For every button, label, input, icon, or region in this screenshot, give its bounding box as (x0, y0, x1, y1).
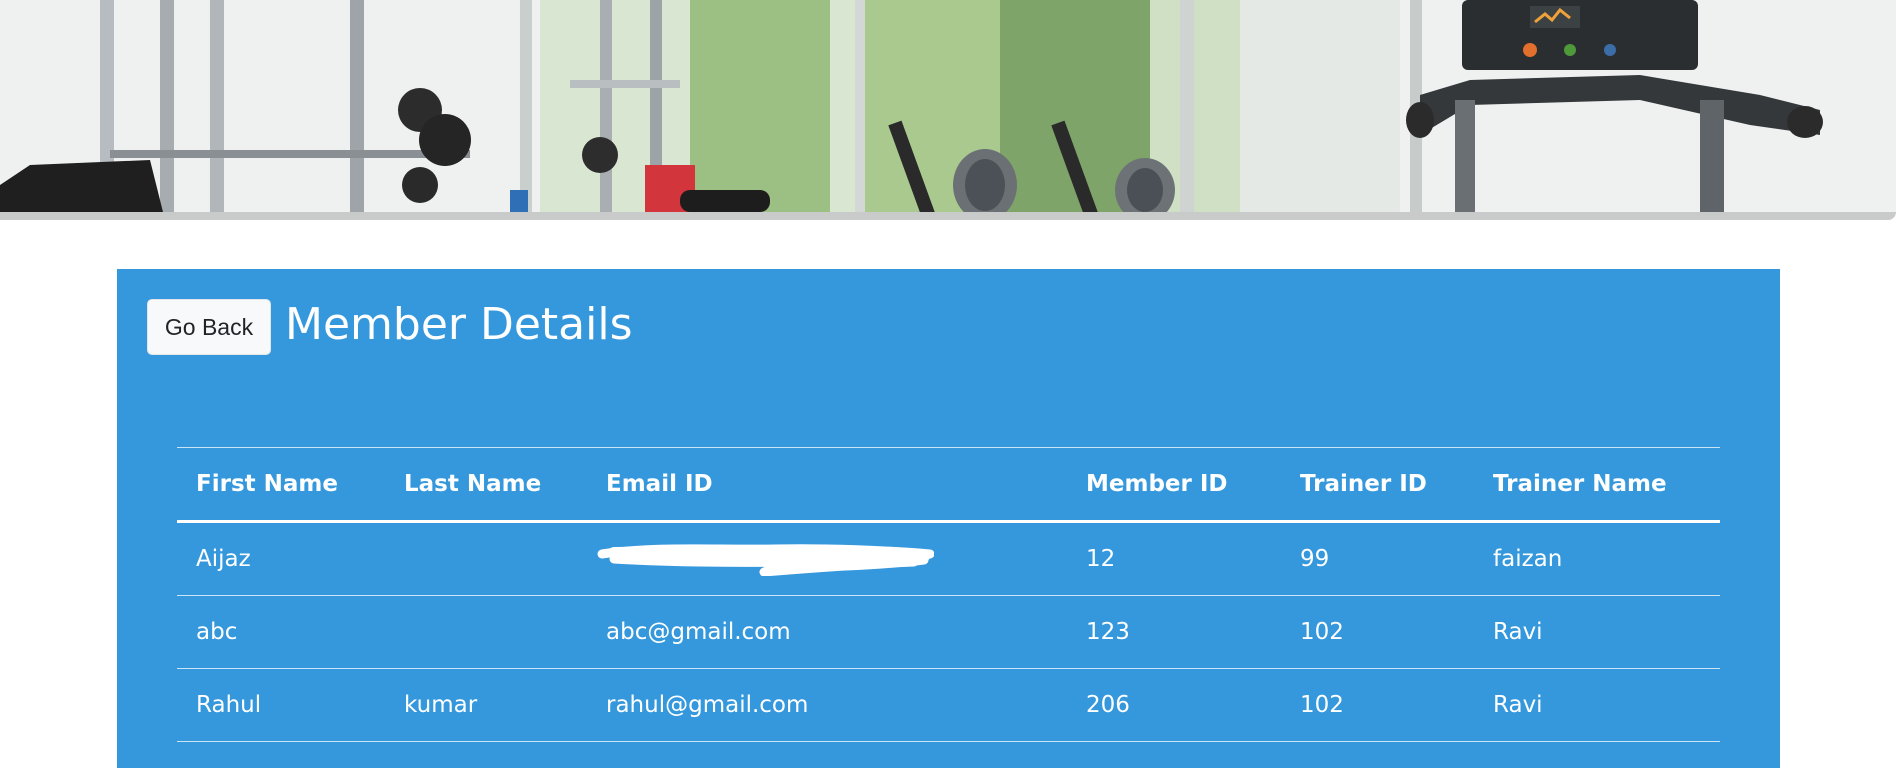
cell-last-name (385, 521, 587, 596)
cell-email: abc@gmail.com (587, 595, 1067, 669)
table-header-row: First Name Last Name Email ID Member ID … (177, 447, 1720, 523)
cell-trainer-id: 99 (1281, 521, 1474, 596)
cell-first-name: abc (177, 595, 385, 669)
header-trainer-name: Trainer Name (1474, 447, 1720, 523)
header-first-name: First Name (177, 447, 385, 523)
members-table: First Name Last Name Email ID Member ID … (177, 447, 1720, 742)
header-member-id: Member ID (1067, 447, 1281, 523)
cell-trainer-name: Ravi (1474, 595, 1720, 669)
redaction-scribble (597, 544, 946, 576)
header-last-name: Last Name (385, 447, 587, 523)
cell-member-id: 206 (1067, 668, 1281, 742)
cell-first-name: Rahul (177, 668, 385, 742)
cell-trainer-name: Ravi (1474, 668, 1720, 742)
page-title: Member Details (285, 299, 633, 350)
cell-trainer-name: faizan (1474, 521, 1720, 596)
member-details-panel: Go Back Member Details First Name Last N… (117, 269, 1780, 768)
cell-trainer-id: 102 (1281, 668, 1474, 742)
table-row: abc abc@gmail.com 123 102 Ravi (177, 595, 1720, 669)
table-row: Aijaz 12 99 faizan (177, 521, 1720, 596)
cell-last-name: kumar (385, 668, 587, 742)
cell-email: rahul@gmail.com (587, 668, 1067, 742)
header-email-id: Email ID (587, 447, 1067, 523)
cell-member-id: 123 (1067, 595, 1281, 669)
go-back-button[interactable]: Go Back (147, 299, 271, 355)
cell-email (587, 521, 1067, 596)
header-trainer-id: Trainer ID (1281, 447, 1474, 523)
gym-photo-illustration (0, 0, 1896, 220)
cell-first-name: Aijaz (177, 521, 385, 596)
cell-member-id: 12 (1067, 521, 1281, 596)
gym-banner-image (0, 0, 1896, 220)
cell-last-name (385, 595, 587, 669)
table-row: Rahul kumar rahul@gmail.com 206 102 Ravi (177, 668, 1720, 742)
cell-trainer-id: 102 (1281, 595, 1474, 669)
